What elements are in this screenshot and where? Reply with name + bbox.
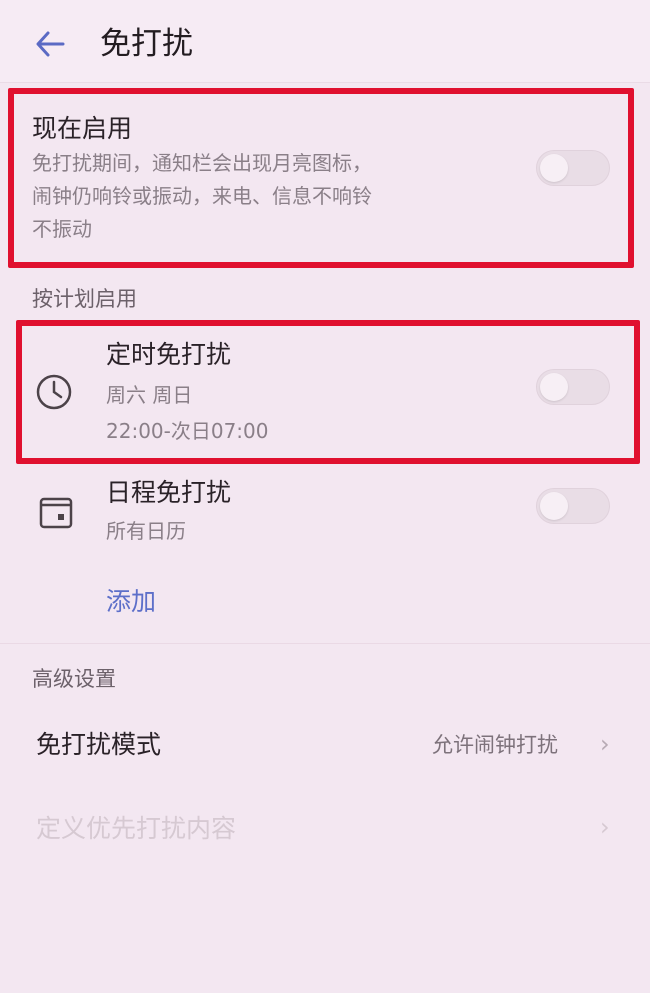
add-schedule-link[interactable]: 添加 bbox=[106, 584, 156, 620]
divider bbox=[0, 643, 650, 644]
highlight-box bbox=[8, 88, 634, 268]
highlight-box bbox=[16, 320, 640, 464]
chevron-right-icon: › bbox=[600, 730, 610, 758]
custom-priority-title: 定义优先打扰内容 bbox=[36, 814, 237, 843]
calendar-dnd-toggle[interactable] bbox=[536, 488, 610, 524]
dnd-mode-title: 免打扰模式 bbox=[36, 730, 162, 759]
section-title-schedule: 按计划启用 bbox=[32, 287, 137, 311]
page-title: 免打扰 bbox=[100, 26, 193, 62]
section-title-advanced: 高级设置 bbox=[32, 667, 116, 691]
dnd-mode-value: 允许闹钟打扰 bbox=[432, 733, 558, 757]
header-bar: 免打扰 bbox=[0, 0, 650, 83]
calendar-icon bbox=[39, 497, 73, 529]
back-arrow-icon bbox=[36, 31, 65, 57]
back-button[interactable] bbox=[28, 22, 72, 66]
calendar-dnd-sub: 所有日历 bbox=[106, 519, 186, 543]
calendar-dnd-title: 日程免打扰 bbox=[106, 478, 232, 507]
chevron-right-icon: › bbox=[600, 813, 610, 841]
toggle-knob bbox=[540, 492, 568, 520]
